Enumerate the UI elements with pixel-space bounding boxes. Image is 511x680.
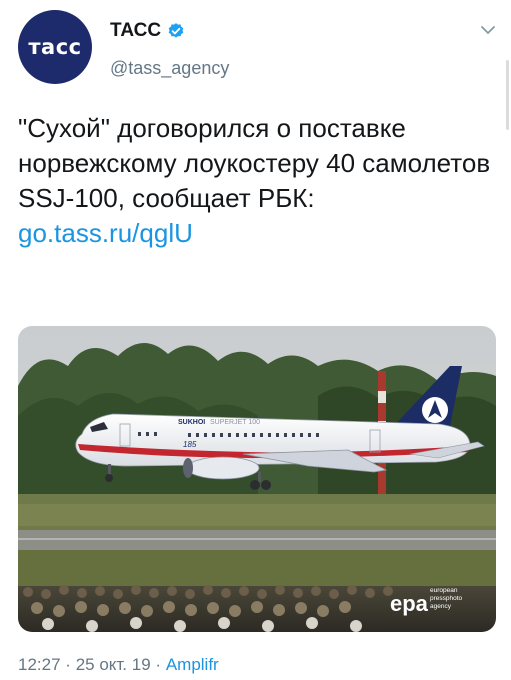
- verified-badge-icon: [168, 23, 184, 38]
- scrollbar[interactable]: [506, 60, 509, 130]
- airplane-photo: SUKHOI SUPERJET 100 185 epa european pre…: [18, 326, 496, 632]
- tweet-photo[interactable]: SUKHOI SUPERJET 100 185 epa european pre…: [18, 326, 496, 632]
- tweet-link[interactable]: go.tass.ru/qglU: [18, 216, 498, 251]
- tweet-text: "Сухой" договорился о поставке норвежско…: [18, 113, 491, 213]
- tail-number-text: 185: [183, 440, 197, 449]
- svg-text:agency: agency: [430, 603, 452, 610]
- svg-text:pressphoto: pressphoto: [430, 595, 463, 602]
- avatar-logo-text: тасс: [28, 35, 82, 59]
- tweet-body: "Сухой" договорился о поставке норвежско…: [18, 111, 498, 251]
- tweet-meta: 12:27 · 25 окт. 19 · Amplifr: [18, 655, 219, 675]
- aircraft-model-text: SUPERJET 100: [210, 419, 260, 426]
- tweet-date[interactable]: 25 окт. 19: [76, 655, 151, 674]
- account-handle[interactable]: @tass_agency: [110, 58, 229, 79]
- display-name[interactable]: ТАСС: [110, 20, 161, 42]
- svg-text:epa: epa: [390, 591, 429, 616]
- meta-separator: ·: [65, 655, 71, 674]
- svg-text:european: european: [430, 587, 458, 594]
- aircraft-brand-text: SUKHOI: [178, 419, 205, 426]
- tweet-time[interactable]: 12:27: [18, 655, 61, 674]
- avatar[interactable]: тасс: [18, 10, 92, 84]
- account-name-row: ТАСС: [110, 20, 185, 42]
- chevron-down-icon[interactable]: [478, 20, 498, 40]
- meta-separator: ·: [155, 655, 162, 674]
- tweet-source[interactable]: Amplifr: [166, 655, 219, 674]
